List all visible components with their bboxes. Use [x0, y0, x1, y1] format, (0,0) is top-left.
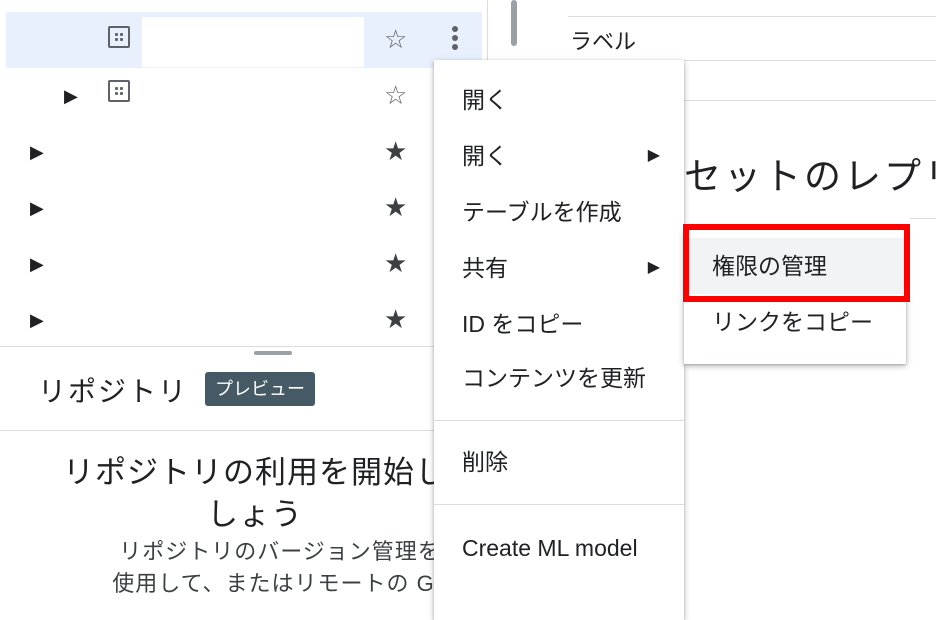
expand-arrow-icon[interactable]: ▶	[30, 255, 44, 273]
labels-field-label: ラベル	[570, 29, 637, 54]
tree-row-dataset[interactable]: ▶ ☆	[6, 68, 482, 124]
menu-item-label: 共有	[462, 255, 508, 281]
star-filled-icon[interactable]: ★	[384, 138, 407, 164]
submenu-arrow-icon: ▶	[647, 259, 660, 276]
more-vert-icon[interactable]	[452, 26, 458, 52]
explorer-tree: ☆ ▶ ☆ ▶ ★ ▶ ★ ▶ ★ ▶ ★	[0, 0, 482, 346]
star-outline-icon[interactable]: ☆	[384, 82, 407, 108]
menu-item-label: 開く	[462, 87, 508, 113]
star-filled-icon[interactable]: ★	[384, 306, 407, 332]
menu-item-label: リンクをコピー	[712, 309, 873, 335]
resize-handle[interactable]	[254, 351, 292, 355]
menu-item-label: コンテンツを更新	[462, 365, 646, 391]
panel-divider	[0, 430, 482, 431]
menu-item-create-table[interactable]: テーブルを作成	[434, 184, 684, 240]
panel-divider	[0, 346, 482, 347]
tree-row-project[interactable]: ▶ ★	[6, 180, 482, 236]
expand-arrow-icon[interactable]: ▶	[64, 87, 78, 105]
section-divider	[910, 218, 936, 219]
expand-arrow-icon[interactable]: ▶	[30, 199, 44, 217]
star-filled-icon[interactable]: ★	[384, 194, 407, 220]
menu-item-copy-id[interactable]: ID をコピー	[434, 296, 684, 352]
star-outline-icon[interactable]: ☆	[384, 26, 407, 52]
menu-item-refresh-contents[interactable]: コンテンツを更新	[434, 350, 684, 406]
dataset-icon	[108, 26, 130, 48]
expand-arrow-icon[interactable]: ▶	[30, 143, 44, 161]
tree-row-project[interactable]: ▶ ★	[6, 124, 482, 180]
menu-item-delete[interactable]: 削除	[434, 434, 684, 490]
heading-line: しょう	[207, 497, 303, 532]
tree-row-project[interactable]: ▶ ★	[6, 292, 482, 348]
tree-row-project[interactable]: ▶ ★	[6, 236, 482, 292]
annotation-highlight-box	[683, 224, 910, 302]
menu-item-label: 開く	[462, 143, 508, 169]
menu-item-label: 削除	[462, 449, 508, 475]
menu-item-label: ID をコピー	[462, 311, 584, 337]
menu-item-open-with[interactable]: 開く ▶	[434, 128, 684, 184]
menu-item-create-ml-model[interactable]: Create ML model	[434, 520, 684, 576]
field-divider	[568, 16, 936, 17]
star-filled-icon[interactable]: ★	[384, 250, 407, 276]
menu-separator	[434, 504, 684, 505]
repositories-empty-heading: リポジトリの利用を開始し しょう	[20, 452, 490, 536]
menu-separator	[434, 420, 684, 421]
heading-line: リポジトリの利用を開始し	[63, 455, 447, 490]
context-menu: 開く 開く ▶ テーブルを作成 共有 ▶ ID をコピー コンテンツを更新 削除 C…	[434, 60, 684, 620]
tree-row-dataset-selected[interactable]: ☆	[6, 12, 482, 68]
menu-item-label: テーブルを作成	[462, 199, 622, 225]
submenu-item-copy-link[interactable]: リンクをコピー	[684, 294, 906, 350]
scrollbar-thumb[interactable]	[511, 0, 517, 46]
repositories-title: リポジトリ	[38, 376, 189, 407]
preview-badge: プレビュー	[205, 372, 315, 406]
menu-item-open[interactable]: 開く	[434, 72, 684, 128]
section-heading: セットのレプリ	[684, 156, 936, 197]
menu-item-share[interactable]: 共有 ▶	[434, 240, 684, 296]
menu-item-label: Create ML model	[462, 535, 638, 561]
expand-arrow-icon[interactable]: ▶	[30, 311, 44, 329]
redacted-name	[142, 17, 364, 67]
submenu-arrow-icon: ▶	[647, 147, 660, 164]
section-divider	[684, 100, 936, 101]
dataset-icon	[108, 80, 130, 102]
